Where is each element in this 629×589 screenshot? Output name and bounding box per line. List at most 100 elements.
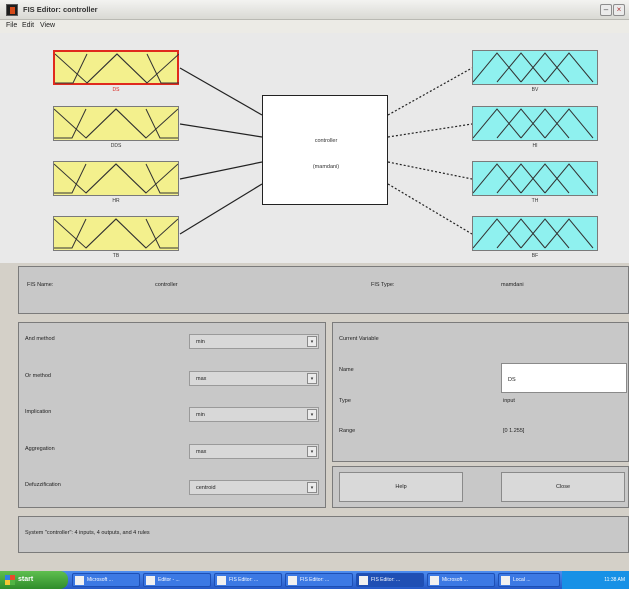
taskbar-item[interactable]: Editor - ... <box>143 573 211 587</box>
input-label: TB <box>112 253 120 259</box>
app-icon <box>288 576 297 585</box>
minimize-button[interactable]: – <box>600 4 612 16</box>
output-variable-box[interactable] <box>472 216 598 251</box>
dropdown-arrow-icon: ▾ <box>307 336 317 347</box>
method-label: Implication <box>25 409 52 415</box>
app-icon <box>146 576 155 585</box>
connector-line <box>179 161 263 180</box>
input-label: DDS <box>110 143 122 149</box>
dropdown-value: centroid <box>196 485 216 491</box>
range-label: Range <box>339 428 356 434</box>
aggregation-dropdown[interactable]: max ▾ <box>189 444 319 459</box>
window-title: FIS Editor: controller <box>23 5 98 14</box>
input-label: DS <box>112 87 120 93</box>
name-label: Name <box>339 367 354 373</box>
membership-function-icon <box>472 163 594 194</box>
app-icon <box>75 576 84 585</box>
help-button[interactable]: Help <box>339 472 463 502</box>
range-value: [0 1.255] <box>503 428 525 434</box>
close-window-button[interactable]: × <box>613 4 625 16</box>
variable-name-input[interactable]: DS <box>501 363 627 393</box>
type-value: input <box>503 398 515 404</box>
taskbar-item[interactable]: FIS Editor: ... <box>285 573 353 587</box>
fis-type-label: FIS Type: <box>371 282 395 288</box>
membership-function-icon <box>53 218 179 249</box>
output-variable-box[interactable] <box>472 50 598 85</box>
dropdown-value: min <box>196 339 205 345</box>
output-label: HI <box>532 143 538 149</box>
type-label: Type <box>339 398 351 404</box>
output-label: TH <box>531 198 539 204</box>
methods-panel: And method min ▾ Or method max ▾ Implica… <box>18 322 326 508</box>
system-tray: 11:38 AM <box>562 571 629 589</box>
membership-function-icon <box>53 108 179 139</box>
connector-line <box>387 67 473 116</box>
dropdown-value: max <box>196 449 207 455</box>
matlab-app-icon <box>6 4 18 16</box>
folder-icon <box>501 576 510 585</box>
connector-line <box>179 67 263 116</box>
output-label: BF <box>531 253 539 259</box>
and-method-dropdown[interactable]: min ▾ <box>189 334 319 349</box>
taskbar-item[interactable]: Microsoft ... <box>427 573 495 587</box>
status-text: System "controller": 4 inputs, 4 outputs… <box>25 530 150 536</box>
current-variable-title: Current Variable <box>339 336 379 342</box>
connector-line <box>387 161 473 180</box>
system-type: (mamdani) <box>312 164 340 170</box>
taskbar-item-active[interactable]: FIS Editor: ... <box>356 573 424 587</box>
close-button[interactable]: Close <box>501 472 625 502</box>
output-variable-box[interactable] <box>472 106 598 141</box>
input-variable-box[interactable] <box>53 106 179 141</box>
taskbar: start Microsoft ... Editor - ... FIS Edi… <box>0 571 629 589</box>
defuzzification-dropdown[interactable]: centroid ▾ <box>189 480 319 495</box>
connector-line <box>387 183 473 235</box>
input-label: HR <box>112 198 120 204</box>
membership-function-icon <box>54 53 180 84</box>
fis-name-value: controller <box>155 282 178 288</box>
dropdown-value: max <box>196 376 207 382</box>
membership-function-icon <box>472 218 594 249</box>
title-bar: FIS Editor: controller – × <box>0 0 629 20</box>
output-label: BV <box>531 87 539 93</box>
start-button[interactable]: start <box>0 571 68 589</box>
menu-file[interactable]: File <box>6 22 17 29</box>
taskbar-item[interactable]: Local ... <box>498 573 560 587</box>
fis-info-panel: FIS Name: controller FIS Type: mamdani <box>18 266 629 314</box>
menu-edit[interactable]: Edit <box>22 22 34 29</box>
dropdown-arrow-icon: ▾ <box>307 482 317 493</box>
taskbar-item[interactable]: Microsoft ... <box>72 573 140 587</box>
membership-function-icon <box>472 52 594 83</box>
current-variable-panel: Current Variable Name DS Type input Rang… <box>332 322 629 462</box>
method-label: Aggregation <box>25 446 55 452</box>
method-label: And method <box>25 336 55 342</box>
app-icon <box>217 576 226 585</box>
connector-line <box>387 123 473 138</box>
dropdown-arrow-icon: ▾ <box>307 409 317 420</box>
taskbar-item[interactable]: FIS Editor: ... <box>214 573 282 587</box>
dropdown-value: min <box>196 412 205 418</box>
fis-type-value: mamdani <box>501 282 524 288</box>
fis-name-label: FIS Name: <box>27 282 54 288</box>
fis-diagram: DS DDS HR TB controller (mamdani) BV HI … <box>0 33 629 263</box>
input-variable-box[interactable] <box>53 161 179 196</box>
app-icon <box>359 576 368 585</box>
clock: 11:38 AM <box>604 577 625 583</box>
app-icon <box>430 576 439 585</box>
output-variable-box[interactable] <box>472 161 598 196</box>
dropdown-arrow-icon: ▾ <box>307 446 317 457</box>
menu-view[interactable]: View <box>40 22 55 29</box>
system-block[interactable]: controller (mamdani) <box>262 95 388 205</box>
input-variable-box[interactable] <box>53 216 179 251</box>
variable-name-value: DS <box>508 377 516 383</box>
method-label: Defuzzification <box>25 482 61 488</box>
buttons-panel: Help Close <box>332 466 629 508</box>
membership-function-icon <box>53 163 179 194</box>
implication-dropdown[interactable]: min ▾ <box>189 407 319 422</box>
system-name: controller <box>314 138 338 144</box>
input-variable-box[interactable] <box>53 50 180 85</box>
connector-line <box>179 183 263 235</box>
membership-function-icon <box>472 108 594 139</box>
or-method-dropdown[interactable]: max ▾ <box>189 371 319 386</box>
dropdown-arrow-icon: ▾ <box>307 373 317 384</box>
menu-bar: File Edit View <box>0 20 629 33</box>
